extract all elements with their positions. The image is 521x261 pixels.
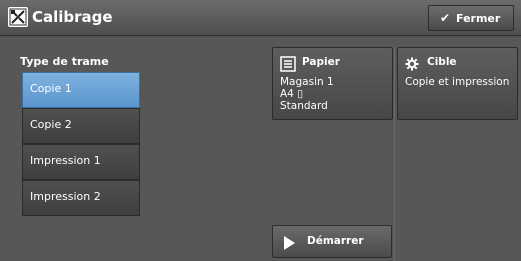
- screen-type-item-label: Impression 2: [30, 190, 101, 203]
- start-button-label: Démarrer: [307, 235, 364, 247]
- paper-tray: Magasin 1: [280, 76, 334, 88]
- target-value: Copie et impression: [405, 76, 510, 88]
- screen-type-item-label: Impression 1: [30, 154, 101, 167]
- paper-button[interactable]: Papier Magasin 1 A4 ▯ Standard: [272, 47, 393, 120]
- screen-type-item-copie-2[interactable]: Copie 2: [22, 108, 140, 144]
- close-button-label: Fermer: [456, 12, 501, 25]
- paper-title: Papier: [302, 56, 340, 68]
- screen-type-item-label: Copie 1: [30, 82, 72, 95]
- page-title: Calibrage: [32, 8, 113, 26]
- screen-type-item-impression-2[interactable]: Impression 2: [22, 180, 140, 216]
- start-button[interactable]: Démarrer: [272, 225, 392, 258]
- calibration-icon: [8, 7, 28, 27]
- screen-type-label: Type de trame: [20, 55, 109, 68]
- screen-type-item-label: Copie 2: [30, 118, 72, 131]
- title-bar: Calibrage ✔ Fermer: [0, 0, 521, 36]
- divider: [394, 47, 395, 261]
- paper-type: Standard: [280, 100, 328, 112]
- target-title: Cible: [427, 56, 457, 68]
- paper-list-icon: [280, 56, 296, 75]
- checkmark-icon: ✔: [440, 11, 451, 25]
- play-icon: [284, 236, 295, 250]
- screen-type-item-copie-1[interactable]: Copie 1: [22, 72, 140, 108]
- close-button[interactable]: ✔ Fermer: [428, 5, 514, 31]
- paper-size: A4 ▯: [280, 88, 303, 100]
- target-button[interactable]: Cible Copie et impression: [397, 47, 518, 120]
- screen-type-item-impression-1[interactable]: Impression 1: [22, 144, 140, 180]
- gear-icon: [405, 57, 419, 74]
